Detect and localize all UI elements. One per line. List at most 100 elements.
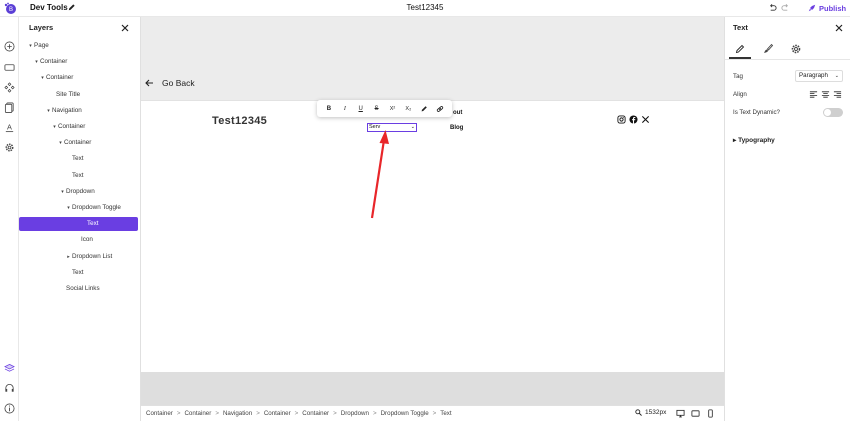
- subscript-button[interactable]: X₂: [402, 106, 414, 112]
- close-icon[interactable]: [835, 24, 843, 32]
- search-icon: [635, 409, 642, 416]
- strikethrough-button[interactable]: S: [371, 106, 383, 112]
- breadcrumb-item[interactable]: Dropdown: [341, 410, 369, 417]
- caret-down-icon[interactable]: ▾: [45, 104, 52, 118]
- layer-item[interactable]: ▾ Container: [19, 136, 139, 150]
- layer-item[interactable]: Text: [19, 266, 139, 280]
- social-links: [617, 115, 650, 124]
- underline-button[interactable]: U: [355, 106, 367, 112]
- caret-down-icon[interactable]: ▾: [27, 39, 34, 53]
- layer-item[interactable]: ▸ Dropdown List: [19, 250, 139, 264]
- go-back-label: Go Back: [162, 78, 195, 88]
- components-icon[interactable]: [4, 82, 15, 93]
- layer-item[interactable]: Social Links: [19, 282, 139, 296]
- mobile-icon[interactable]: [706, 409, 715, 418]
- align-right-icon[interactable]: [833, 90, 842, 99]
- go-back-button[interactable]: Go Back: [145, 78, 195, 88]
- layer-item-label: Container: [64, 139, 92, 147]
- info-icon[interactable]: [4, 403, 15, 414]
- arrow-left-icon: [145, 79, 153, 87]
- zoom-control[interactable]: 1532px: [635, 409, 666, 416]
- pages-icon[interactable]: [4, 102, 15, 113]
- nav-link-about[interactable]: out: [453, 110, 462, 116]
- caret-right-icon[interactable]: ▸: [65, 250, 72, 264]
- breadcrumb-item[interactable]: Container: [264, 410, 291, 417]
- instagram-icon[interactable]: [617, 115, 626, 124]
- breadcrumb-separator-icon: >: [333, 410, 337, 417]
- breadcrumb-item[interactable]: Container: [184, 410, 211, 417]
- pen-icon[interactable]: [418, 105, 430, 113]
- x-icon[interactable]: [641, 115, 650, 124]
- layer-item[interactable]: Text: [19, 169, 139, 183]
- tag-select[interactable]: Paragraph ⌄: [795, 70, 843, 82]
- caret-down-icon[interactable]: ▾: [33, 55, 40, 69]
- site-title[interactable]: Test12345: [212, 115, 267, 127]
- breadcrumb-separator-icon: >: [372, 410, 377, 417]
- align-buttons: [809, 90, 842, 99]
- publish-button[interactable]: Publish: [808, 2, 846, 14]
- layer-item[interactable]: ▾ Page: [19, 39, 139, 53]
- breadcrumb-item[interactable]: Container: [302, 410, 329, 417]
- tab-divider: [725, 59, 850, 60]
- services-dropdown-toggle[interactable]: Serv ⌄: [367, 123, 417, 132]
- dropdown-text[interactable]: Serv: [369, 124, 380, 130]
- caret-down-icon[interactable]: ▾: [57, 136, 64, 150]
- undo-icon[interactable]: [768, 3, 777, 12]
- layer-item-label: Site Title: [56, 90, 81, 98]
- breadcrumb-item[interactable]: Navigation: [223, 410, 252, 417]
- link-icon[interactable]: [434, 105, 446, 113]
- typography-section-header[interactable]: ▸ Typography: [733, 136, 775, 144]
- italic-button[interactable]: I: [339, 106, 351, 112]
- desktop-icon[interactable]: [676, 409, 685, 418]
- layer-item[interactable]: ▾ Navigation: [19, 104, 139, 118]
- breadcrumb: Container > Container > Navigation > Container…: [141, 405, 724, 421]
- add-icon[interactable]: [4, 41, 15, 52]
- tablet-icon[interactable]: [691, 409, 700, 418]
- layer-item[interactable]: Icon: [19, 233, 139, 247]
- caret-down-icon[interactable]: ▾: [39, 71, 46, 85]
- page-preview: Test12345 out Blog Serv ⌄: [141, 100, 724, 372]
- text-dynamic-toggle[interactable]: [823, 108, 843, 117]
- layer-item[interactable]: ▾ Container: [19, 71, 139, 85]
- tab-style-brush-icon[interactable]: [762, 43, 774, 55]
- close-icon[interactable]: [121, 24, 129, 32]
- layer-item[interactable]: Text: [19, 217, 138, 232]
- layer-item[interactable]: ▾ Dropdown: [19, 185, 139, 199]
- layers-icon[interactable]: [4, 363, 15, 374]
- breadcrumb-item[interactable]: Text: [440, 410, 451, 417]
- layer-item-label: Social Links: [66, 285, 100, 292]
- caret-down-icon[interactable]: ▾: [51, 120, 58, 134]
- facebook-icon[interactable]: [629, 115, 638, 124]
- layout-icon[interactable]: [4, 62, 15, 73]
- breadcrumb-item[interactable]: Dropdown Toggle: [381, 410, 429, 417]
- settings-icon[interactable]: [4, 142, 15, 153]
- app-logo-icon[interactable]: B: [3, 2, 17, 15]
- document-title: Test12345: [406, 3, 444, 12]
- layer-item[interactable]: Text: [19, 152, 139, 166]
- layer-item-label: Container: [58, 123, 86, 130]
- layer-item-label: Text: [87, 220, 99, 228]
- tab-settings-gear-icon[interactable]: [790, 43, 802, 55]
- support-icon[interactable]: [4, 383, 15, 394]
- caret-down-icon[interactable]: ▾: [65, 201, 72, 215]
- pencil-icon[interactable]: [67, 3, 76, 12]
- layer-item[interactable]: ▾ Dropdown Toggle: [19, 201, 139, 215]
- align-left-icon[interactable]: [809, 90, 818, 99]
- text-dynamic-label: Is Text Dynamic?: [733, 109, 780, 116]
- typography-label: Typography: [738, 137, 775, 144]
- caret-down-icon[interactable]: ▾: [59, 185, 66, 199]
- redo-icon[interactable]: [781, 3, 790, 12]
- bold-button[interactable]: B: [323, 106, 335, 112]
- tab-content-pencil-icon[interactable]: [734, 43, 746, 55]
- breadcrumb-item[interactable]: Container: [146, 410, 173, 417]
- nav-link-blog[interactable]: Blog: [450, 125, 463, 131]
- align-center-icon[interactable]: [821, 90, 830, 99]
- typography-icon[interactable]: A: [4, 122, 15, 133]
- left-rail: A: [0, 17, 19, 421]
- breadcrumb-separator-icon: >: [432, 410, 437, 417]
- layer-item[interactable]: ▾ Container: [19, 120, 139, 134]
- top-bar: B Dev Tools Test12345 Publish: [0, 0, 850, 17]
- layer-item[interactable]: Site Title: [19, 88, 139, 102]
- layer-item[interactable]: ▾ Container: [19, 55, 139, 69]
- superscript-button[interactable]: X²: [386, 106, 398, 112]
